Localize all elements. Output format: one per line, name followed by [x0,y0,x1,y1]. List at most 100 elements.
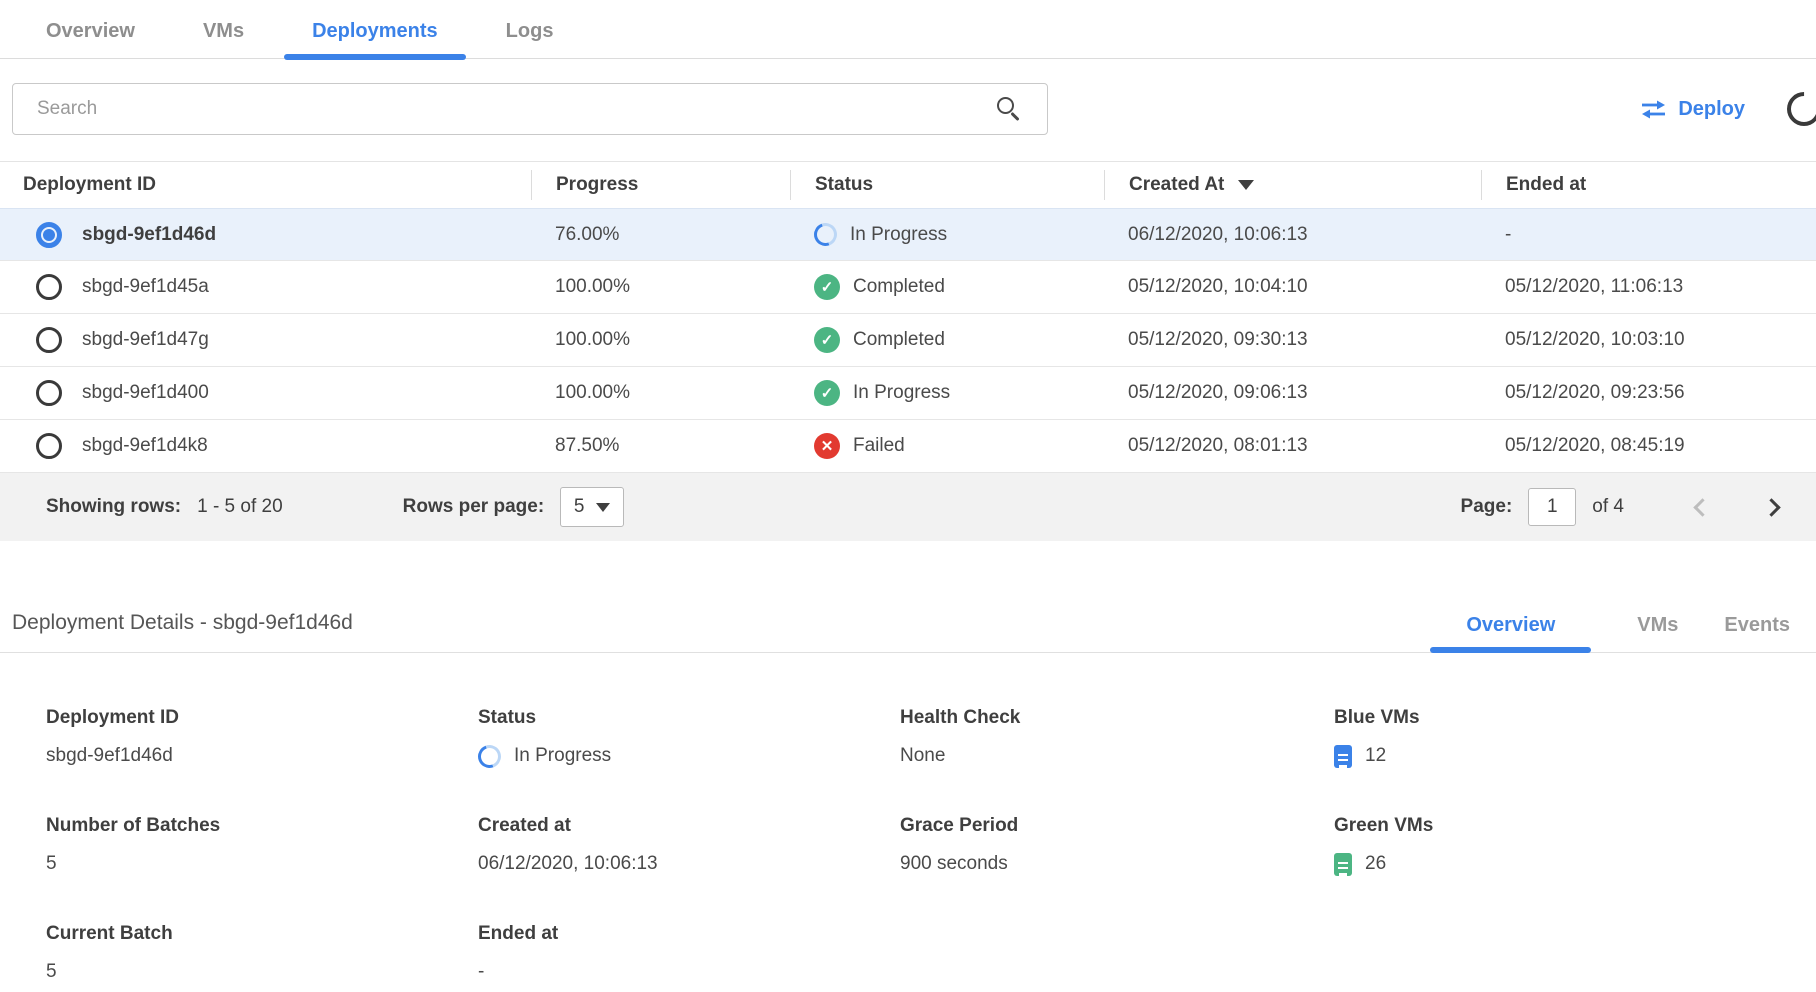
field-status: Status In Progress [478,707,900,769]
search-icon[interactable] [997,97,1014,114]
column-header-ended-at[interactable]: Ended at [1481,170,1816,200]
row-radio[interactable] [36,274,62,300]
status-label: In Progress [850,224,947,246]
column-header-deployment-id[interactable]: Deployment ID [0,170,531,200]
created-at-value: 05/12/2020, 09:30:13 [1104,329,1481,351]
page-total-label: of 4 [1592,496,1624,518]
field-grace-period: Grace Period 900 seconds [900,815,1334,877]
field-label: Deployment ID [46,707,478,729]
details-tab-events[interactable]: Events [1724,614,1790,652]
swap-arrows-icon [1640,100,1667,119]
field-ended-at: Ended at - [478,923,900,985]
field-created-at: Created at 06/12/2020, 10:06:13 [478,815,900,877]
status-failed-icon [814,433,840,459]
vm-green-icon [1334,853,1352,876]
table-footer: Showing rows: 1 - 5 of 20 Rows per page:… [0,473,1816,541]
field-label: Ended at [478,923,900,945]
status-label: Failed [853,435,905,457]
table-header-row: Deployment ID Progress Status Created At… [0,162,1816,208]
ended-at-value: 05/12/2020, 08:45:19 [1481,435,1816,457]
table-row[interactable]: sbgd-9ef1d400 100.00% In Progress 05/12/… [0,367,1816,420]
tab-overview[interactable]: Overview [18,14,163,58]
column-header-progress[interactable]: Progress [531,170,790,200]
row-radio[interactable] [36,327,62,353]
row-radio-selected[interactable] [36,222,62,248]
pagination: Page: of 4 [1461,488,1792,526]
page-number-input[interactable] [1528,488,1576,526]
field-label: Number of Batches [46,815,478,837]
progress-value: 100.00% [531,276,790,298]
tab-deployments[interactable]: Deployments [284,14,466,58]
deployment-id: sbgd-9ef1d47g [82,329,209,351]
rows-per-page-select[interactable]: 5 [560,487,624,527]
status-completed-icon [814,327,840,353]
details-header: Deployment Details - sbgd-9ef1d46d Overv… [0,611,1816,653]
details-tab-vms[interactable]: VMs [1637,614,1678,652]
field-label: Grace Period [900,815,1334,837]
column-header-created-at[interactable]: Created At [1104,170,1481,200]
next-page-icon[interactable] [1762,498,1780,516]
field-value: 06/12/2020, 10:06:13 [478,851,900,877]
rows-per-page-value: 5 [574,496,585,518]
tab-vms[interactable]: VMs [175,14,272,58]
search-input[interactable] [12,83,1048,135]
column-header-created-at-label: Created At [1129,174,1224,196]
field-label: Current Batch [46,923,478,945]
ended-at-value: 05/12/2020, 09:23:56 [1481,382,1816,404]
status-in-progress-icon [474,741,505,772]
field-value: In Progress [514,745,611,767]
status-completed-icon [814,380,840,406]
refresh-icon[interactable] [1780,85,1816,133]
row-radio[interactable] [36,433,62,459]
dropdown-arrow-icon [596,503,610,512]
field-green-vms: Green VMs 26 [1334,815,1816,877]
details-tab-overview[interactable]: Overview [1430,614,1591,652]
field-value: None [900,743,1334,769]
field-value: sbgd-9ef1d46d [46,743,478,769]
table-row[interactable]: sbgd-9ef1d4k8 87.50% Failed 05/12/2020, … [0,420,1816,473]
created-at-value: 05/12/2020, 09:06:13 [1104,382,1481,404]
row-radio[interactable] [36,380,62,406]
field-blue-vms: Blue VMs 12 [1334,707,1816,769]
showing-rows-label: Showing rows: [46,496,181,518]
field-value: 12 [1365,745,1386,767]
field-deployment-id: Deployment ID sbgd-9ef1d46d [46,707,478,769]
tab-logs[interactable]: Logs [478,14,582,58]
deployment-id: sbgd-9ef1d4k8 [82,435,208,457]
table-row[interactable]: sbgd-9ef1d47g 100.00% Completed 05/12/20… [0,314,1816,367]
status-in-progress-icon [810,219,841,250]
deploy-button[interactable]: Deploy [1640,98,1745,121]
column-header-status[interactable]: Status [790,170,1104,200]
deployment-id: sbgd-9ef1d400 [82,382,209,404]
created-at-value: 06/12/2020, 10:06:13 [1104,224,1481,246]
field-value: - [478,959,900,985]
previous-page-icon[interactable] [1693,498,1711,516]
status-completed-icon [814,274,840,300]
created-at-value: 05/12/2020, 08:01:13 [1104,435,1481,457]
created-at-value: 05/12/2020, 10:04:10 [1104,276,1481,298]
search-box [12,83,1048,135]
rows-per-page-label: Rows per page: [403,496,544,518]
field-value: 5 [46,959,478,985]
vm-blue-icon [1334,745,1352,768]
field-value: 5 [46,851,478,877]
status-label: Completed [853,276,945,298]
page-label: Page: [1461,496,1513,518]
progress-value: 100.00% [531,329,790,351]
sort-desc-icon [1238,180,1254,190]
field-label: Created at [478,815,900,837]
toolbar: Deploy [12,83,1804,135]
deployments-table: Deployment ID Progress Status Created At… [0,161,1816,541]
details-title: Deployment Details - sbgd-9ef1d46d [12,611,353,652]
deploy-button-label: Deploy [1678,98,1745,121]
details-grid: Deployment ID sbgd-9ef1d46d Status In Pr… [0,707,1816,985]
progress-value: 100.00% [531,382,790,404]
status-label: Completed [853,329,945,351]
deployments-page: Overview VMs Deployments Logs Deploy [0,0,1816,992]
table-row[interactable]: sbgd-9ef1d46d 76.00% In Progress 06/12/2… [0,208,1816,261]
status-label: In Progress [853,382,950,404]
ended-at-value: 05/12/2020, 10:03:10 [1481,329,1816,351]
progress-value: 87.50% [531,435,790,457]
table-row[interactable]: sbgd-9ef1d45a 100.00% Completed 05/12/20… [0,261,1816,314]
field-value: 900 seconds [900,851,1334,877]
